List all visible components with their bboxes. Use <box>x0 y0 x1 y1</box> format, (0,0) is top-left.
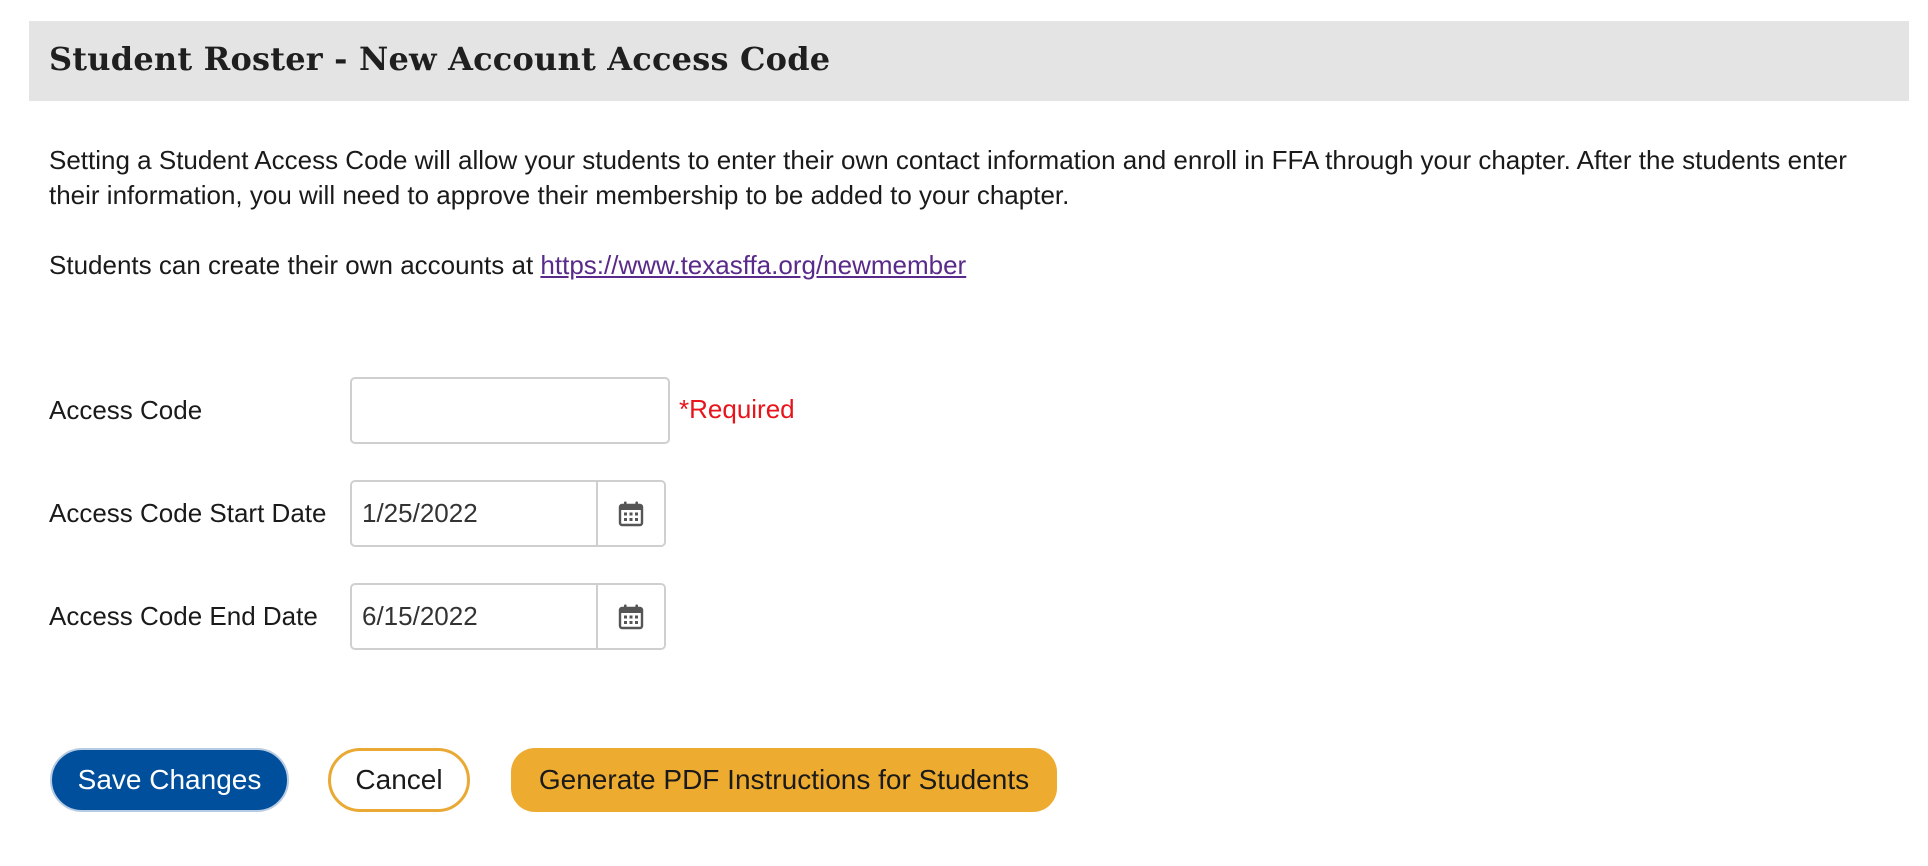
new-member-link[interactable]: https://www.texasffa.org/newmember <box>540 250 966 280</box>
header-bar: Student Roster - New Account Access Code <box>29 21 1909 101</box>
calendar-icon <box>618 501 644 526</box>
required-indicator: *Required <box>679 394 795 424</box>
intro-text: Setting a Student Access Code will allow… <box>49 145 1847 210</box>
start-date-group <box>350 480 666 547</box>
page-title: Student Roster - New Account Access Code <box>49 40 831 78</box>
page: Student Roster - New Account Access Code… <box>0 0 1928 866</box>
end-date-input[interactable] <box>352 585 596 648</box>
cancel-button[interactable]: Cancel <box>328 748 470 812</box>
start-date-calendar-button[interactable] <box>596 482 664 545</box>
end-date-label: Access Code End Date <box>49 601 318 631</box>
end-date-group <box>350 583 666 650</box>
signup-prefix: Students can create their own accounts a… <box>49 250 541 280</box>
access-code-label: Access Code <box>49 395 203 425</box>
save-changes-button[interactable]: Save Changes <box>50 748 289 812</box>
access-code-input[interactable] <box>350 377 670 444</box>
start-date-input[interactable] <box>352 482 596 545</box>
start-date-label: Access Code Start Date <box>49 498 327 528</box>
calendar-icon <box>618 604 644 629</box>
signup-line: Students can create their own accounts a… <box>49 248 966 283</box>
generate-pdf-button[interactable]: Generate PDF Instructions for Students <box>511 748 1057 812</box>
end-date-calendar-button[interactable] <box>596 585 664 648</box>
